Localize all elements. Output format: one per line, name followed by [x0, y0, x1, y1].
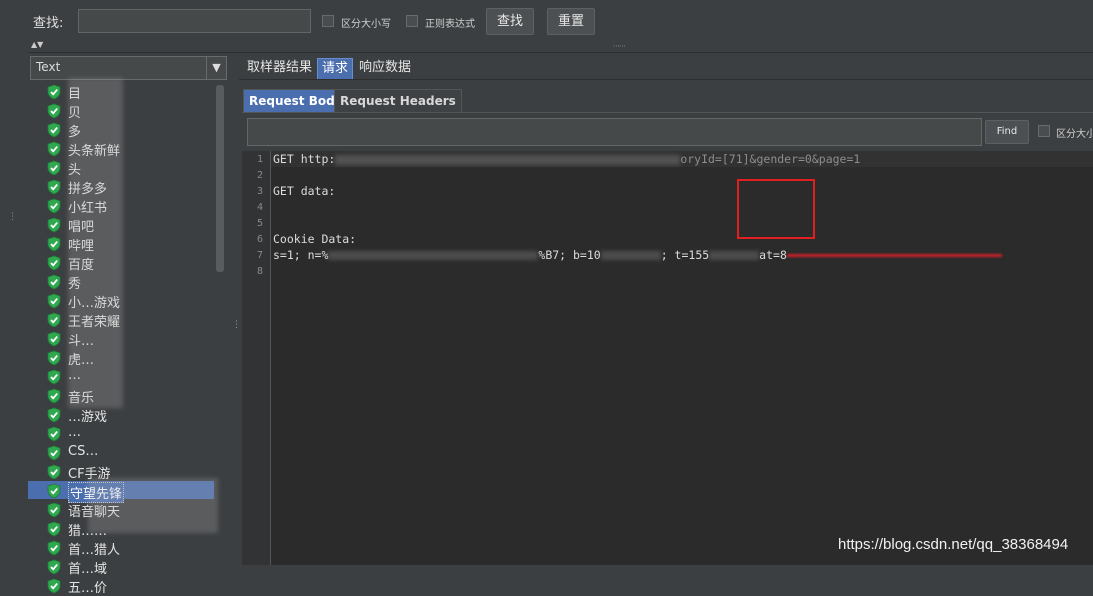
tree-item[interactable]: 五…价: [46, 577, 216, 596]
success-shield-icon: [47, 445, 61, 461]
cookie-part-c: ; t=155: [660, 248, 710, 262]
line-number: 1: [256, 154, 263, 165]
cookie-data-line: s=1; n=% %B7; b=10 ; t=155 at=8: [273, 248, 1002, 262]
search-toolbar: 查找: 区分大小写 正则表达式 查找 重置 ▲▼ ⋯⋯: [28, 0, 1093, 53]
success-shield-icon: [47, 407, 61, 423]
case-sensitive-label: 区分大小写: [341, 19, 391, 30]
tab-divider: [239, 79, 1093, 80]
tree-item[interactable]: 首…域: [46, 558, 216, 577]
tree-item[interactable]: 首…猎人: [46, 539, 216, 558]
success-shield-icon: [47, 331, 61, 347]
tree-item[interactable]: …: [46, 425, 216, 443]
regex-checkbox[interactable]: [406, 15, 418, 27]
search-label: 查找:: [33, 16, 64, 31]
pixelated-url: [335, 154, 681, 165]
success-shield-icon: [47, 122, 61, 138]
left-collapse-strip[interactable]: ⋮: [0, 0, 29, 564]
watermark: https://blog.csdn.net/qq_38368494: [838, 536, 1069, 553]
tree-scrollbar-thumb[interactable]: [216, 85, 224, 272]
pixelated-cookie: [600, 251, 661, 260]
cookie-part-b: %B7; b=10: [538, 248, 601, 262]
tree-item[interactable]: CS…: [46, 444, 216, 462]
result-detail-panel: 取样器结果 请求 响应数据 Request Body Request Heade…: [239, 53, 1093, 565]
tab-response-data[interactable]: 响应数据: [355, 58, 415, 78]
tab-sampler-result[interactable]: 取样器结果: [243, 58, 316, 78]
highlight-box: [737, 179, 815, 239]
line-number-gutter: 1 2 3 4 5 6 7 8: [242, 151, 271, 565]
grip-icon: ⋮: [8, 212, 17, 222]
success-shield-icon: [47, 255, 61, 271]
get-data-label: GET data:: [273, 184, 336, 198]
success-shield-icon: [47, 369, 61, 385]
tree-item-label: 首…猎人: [68, 543, 121, 558]
success-shield-icon: [47, 160, 61, 176]
success-shield-icon: [47, 141, 61, 157]
success-shield-icon: [47, 84, 61, 100]
tab-request[interactable]: 请求: [317, 58, 354, 80]
success-shield-icon: [47, 559, 61, 575]
success-shield-icon: [47, 426, 61, 442]
tree-item-label: …游戏: [68, 410, 108, 425]
line-number: 7: [256, 250, 263, 261]
pixelated-overlay: [88, 478, 218, 533]
request-url-query: oryId=[71]&gender=0&page=1: [680, 152, 861, 166]
expand-collapse-arrows-icon[interactable]: ▲▼: [31, 40, 43, 49]
request-body-editor[interactable]: 1 2 3 4 5 6 7 8 GET http: oryId=[71]&gender=0&pa…: [242, 151, 1093, 565]
success-shield-icon: [47, 521, 61, 537]
success-shield-icon: [47, 502, 61, 518]
tree-item-label: 首…域: [68, 562, 108, 577]
reset-button[interactable]: 重置: [547, 8, 595, 35]
pixelated-cookie: [709, 251, 760, 260]
success-shield-icon: [47, 274, 61, 290]
pixelated-overlay: [68, 78, 123, 408]
pane-splitter[interactable]: ⋮: [231, 53, 241, 564]
success-shield-icon: [47, 217, 61, 233]
request-body-pane: Find 区分大小 1 2 3 4 5 6 7 8 GET http: oryId=[71]&g…: [242, 112, 1093, 565]
success-shield-icon: [47, 483, 61, 499]
cookie-data-label: Cookie Data:: [273, 232, 357, 246]
tree-item-label: 五…价: [68, 581, 108, 596]
success-shield-icon: [47, 350, 61, 366]
find-case-checkbox[interactable]: [1038, 125, 1050, 137]
find-case-label: 区分大小: [1056, 129, 1093, 140]
success-shield-icon: [47, 179, 61, 195]
success-shield-icon: [47, 103, 61, 119]
tab-request-body[interactable]: Request Body: [243, 89, 349, 113]
success-shield-icon: [47, 293, 61, 309]
pixelated-cookie: [328, 251, 539, 260]
request-line: GET http: oryId=[71]&gender=0&page=1: [273, 152, 860, 166]
results-tree-panel: Text ▼ 目贝多头条新鲜头拼多多 小红书 唱吧 哔哩 百度秀小…游戏 王者荣耀 斗… 虎……: [28, 53, 231, 596]
success-shield-icon: [47, 198, 61, 214]
tree-item-label: CS…: [68, 444, 99, 459]
find-text-button[interactable]: Find: [985, 120, 1029, 144]
case-sensitive-checkbox[interactable]: [322, 15, 334, 27]
success-shield-icon: [47, 578, 61, 594]
success-shield-icon: [47, 540, 61, 556]
success-shield-icon: [47, 388, 61, 404]
line-number: 2: [256, 170, 263, 181]
success-shield-icon: [47, 312, 61, 328]
success-shield-icon: [47, 236, 61, 252]
request-method-url: GET http:: [273, 152, 336, 166]
find-input[interactable]: [247, 118, 982, 146]
tab-request-headers[interactable]: Request Headers: [334, 89, 462, 113]
tree-item-label: …: [68, 425, 81, 440]
cookie-part-d: at=8: [759, 248, 787, 262]
resize-grip-icon[interactable]: ⋯⋯: [613, 42, 626, 50]
line-number: 4: [256, 202, 263, 213]
line-number: 3: [256, 186, 263, 197]
regex-label: 正则表达式: [425, 19, 475, 30]
line-number: 5: [256, 218, 263, 229]
success-shield-icon: [47, 464, 61, 480]
line-number: 8: [256, 266, 263, 277]
line-number: 6: [256, 234, 263, 245]
pixelated-cookie-red: [786, 254, 1002, 257]
tree-item[interactable]: …游戏: [46, 406, 216, 425]
cookie-part-a: s=1; n=%: [273, 248, 329, 262]
search-input[interactable]: [78, 9, 311, 33]
find-button[interactable]: 查找: [486, 8, 534, 35]
